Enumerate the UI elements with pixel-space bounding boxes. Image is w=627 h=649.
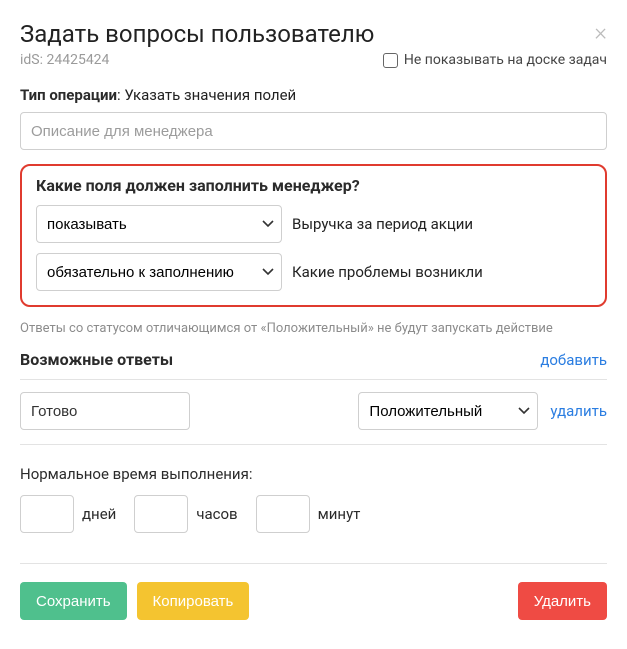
field-name: Выручка за период акции xyxy=(292,215,473,233)
minutes-input[interactable] xyxy=(256,495,310,533)
answer-row: Положительный удалить xyxy=(20,392,607,430)
divider xyxy=(20,379,607,380)
days-unit: дней xyxy=(82,505,116,523)
minutes-unit: минут xyxy=(318,505,361,523)
status-hint: Ответы со статусом отличающимся от «Поло… xyxy=(20,321,607,336)
field-name: Какие проблемы возникли xyxy=(292,263,483,281)
close-icon[interactable]: × xyxy=(594,20,607,44)
answer-text-input[interactable] xyxy=(20,392,190,430)
footer: Сохранить Копировать Удалить xyxy=(20,563,607,620)
checkbox-label: Не показывать на доске задач xyxy=(404,52,607,68)
checkbox-icon[interactable] xyxy=(383,53,398,68)
description-input[interactable] xyxy=(20,112,607,150)
answers-title: Возможные ответы xyxy=(20,350,173,369)
operation-type-label: Тип операции: Указать значения полей xyxy=(20,86,607,104)
hide-on-board-checkbox[interactable]: Не показывать на доске задач xyxy=(383,52,607,68)
operation-type-bold: Тип операции xyxy=(20,86,117,104)
exec-time-label: Нормальное время выполнения: xyxy=(20,465,607,483)
copy-button[interactable]: Копировать xyxy=(137,582,250,620)
delete-answer-link[interactable]: удалить xyxy=(550,402,607,420)
exec-time-row: дней часов минут xyxy=(20,495,607,533)
field-row: обязательно к заполнению Какие проблемы … xyxy=(36,253,591,291)
divider xyxy=(20,444,607,445)
operation-type-value: : Указать значения полей xyxy=(117,86,296,104)
answer-status-select[interactable]: Положительный xyxy=(358,392,538,430)
manager-fields-title: Какие поля должен заполнить менеджер? xyxy=(36,176,591,195)
manager-fields-section: Какие поля должен заполнить менеджер? по… xyxy=(20,164,607,307)
save-button[interactable]: Сохранить xyxy=(20,582,127,620)
field-row: показывать Выручка за период акции xyxy=(36,205,591,243)
dialog-title: Задать вопросы пользователю xyxy=(20,20,374,48)
field-mode-select[interactable]: показывать xyxy=(36,205,282,243)
field-mode-select[interactable]: обязательно к заполнению xyxy=(36,253,282,291)
ids-label: idS: 24425424 xyxy=(20,52,109,68)
hours-unit: часов xyxy=(196,505,237,523)
delete-button[interactable]: Удалить xyxy=(518,582,607,620)
hours-input[interactable] xyxy=(134,495,188,533)
days-input[interactable] xyxy=(20,495,74,533)
add-answer-link[interactable]: добавить xyxy=(540,351,607,369)
